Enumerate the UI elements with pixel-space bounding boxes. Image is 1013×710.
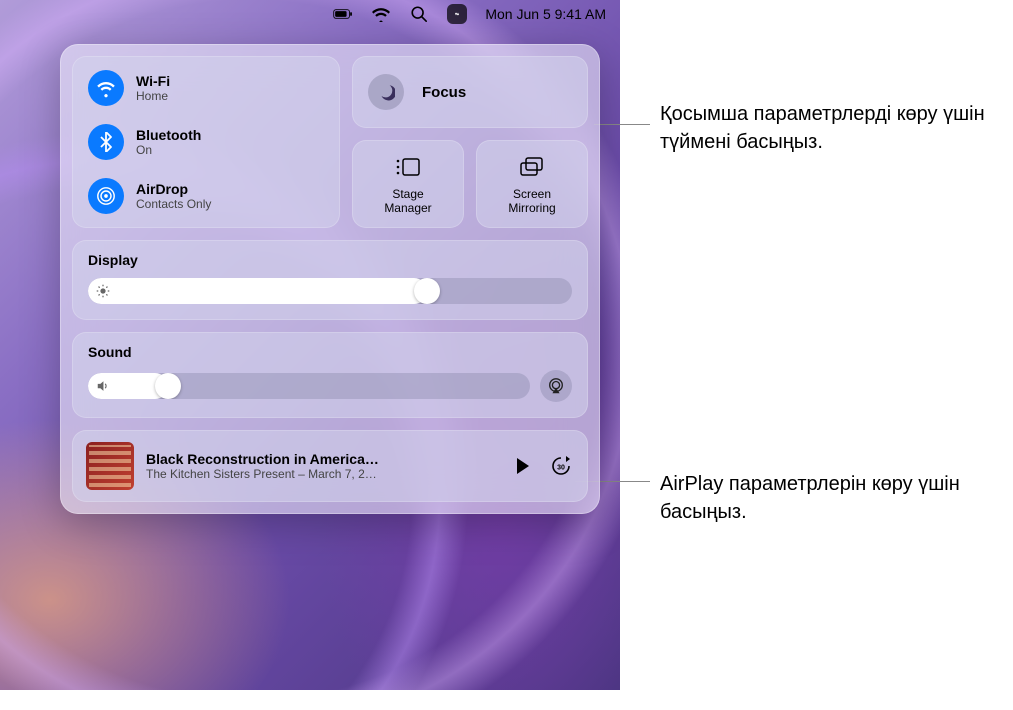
display-title: Display [88,252,572,268]
control-center-panel: Wi-Fi Home Bluetooth On [60,44,600,514]
menu-bar: Mon Jun 5 9:41 AM [0,0,620,28]
skip-forward-30-button[interactable]: 30 [548,453,574,479]
album-art [86,442,134,490]
focus-button[interactable]: Focus [352,56,588,128]
wifi-toggle[interactable]: Wi-Fi Home [88,70,324,106]
media-subtitle: The Kitchen Sisters Present – March 7, 2… [146,467,498,481]
brightness-icon [96,284,110,298]
airdrop-status: Contacts Only [136,197,211,211]
sound-tile: Sound [72,332,588,418]
svg-text:30: 30 [557,465,565,472]
callout-airplay: AirPlay параметрлерін көру үшін басыңыз. [660,470,980,526]
media-title: Black Reconstruction in America… [146,451,498,467]
speaker-icon [96,379,110,393]
wifi-icon [88,70,124,106]
display-tile: Display [72,240,588,320]
wifi-title: Wi-Fi [136,73,170,89]
airdrop-title: AirDrop [136,181,211,197]
bluetooth-toggle[interactable]: Bluetooth On [88,124,324,160]
stage-manager-label: Stage Manager [384,187,431,216]
wifi-status: Home [136,89,170,103]
menubar-clock[interactable]: Mon Jun 5 9:41 AM [485,6,606,22]
screen-mirroring-label: Screen Mirroring [508,187,555,216]
control-center-icon[interactable] [447,4,467,24]
spotlight-icon[interactable] [409,4,429,24]
sound-title: Sound [88,344,572,360]
bluetooth-icon [88,124,124,160]
bluetooth-title: Bluetooth [136,127,201,143]
stage-manager-icon [394,153,422,181]
airdrop-toggle[interactable]: AirDrop Contacts Only [88,178,324,214]
bluetooth-status: On [136,143,201,157]
screen-mirroring-button[interactable]: Screen Mirroring [476,140,588,228]
now-playing-tile[interactable]: Black Reconstruction in America… The Kit… [72,430,588,502]
callout-line [594,124,650,125]
battery-icon[interactable] [333,4,353,24]
play-button[interactable] [510,453,536,479]
screen-mirroring-icon [518,153,546,181]
moon-icon [368,74,404,110]
airplay-audio-button[interactable] [540,370,572,402]
focus-label: Focus [422,84,466,101]
wifi-icon[interactable] [371,4,391,24]
display-slider[interactable] [88,278,572,304]
sound-slider[interactable] [88,373,530,399]
callout-focus: Қосымша параметрлерді көру үшін түймені … [660,100,990,156]
stage-manager-button[interactable]: Stage Manager [352,140,464,228]
airdrop-icon [88,178,124,214]
airplay-icon [547,377,565,395]
desktop-wallpaper: Mon Jun 5 9:41 AM Wi-Fi Home [0,0,620,690]
connectivity-tile: Wi-Fi Home Bluetooth On [72,56,340,228]
